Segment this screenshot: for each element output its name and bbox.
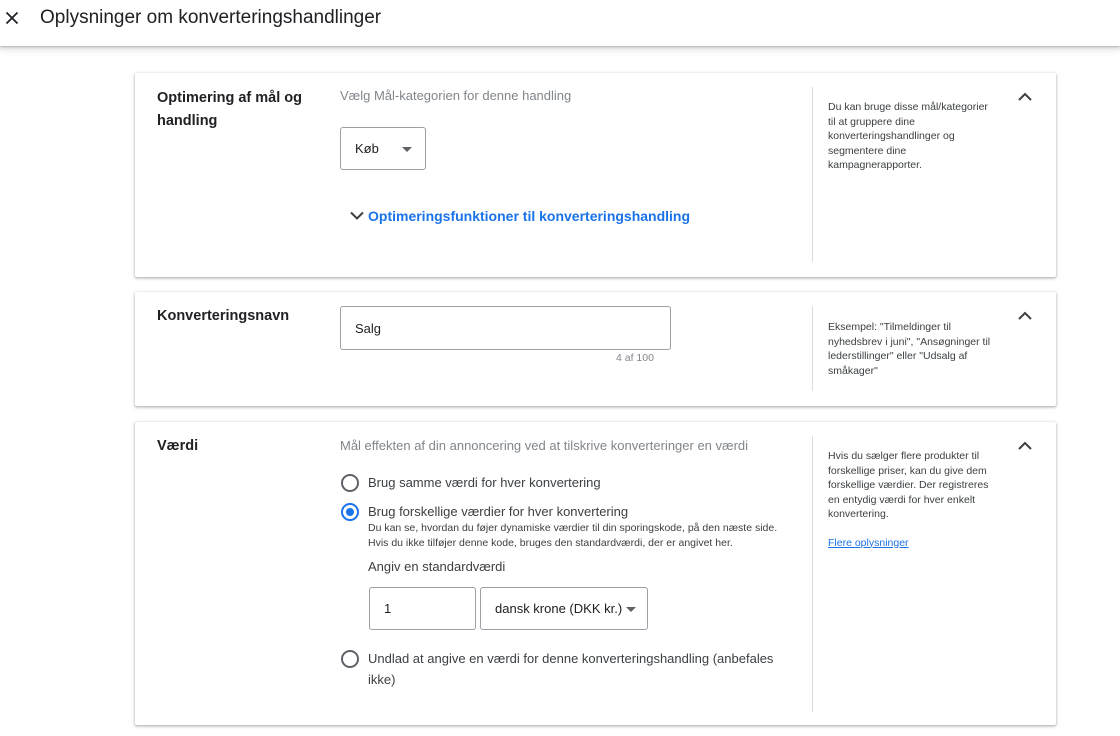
name-char-counter: 4 af 100: [616, 352, 654, 364]
value-card-help: Hvis du sælger flere produkter til forsk…: [828, 449, 998, 550]
goal-category-hint: Vælg Mål-kategorien for denne handling: [340, 88, 572, 103]
goal-category-value: Køb: [355, 141, 379, 156]
radio-same-value-label: Brug samme værdi for hver konvertering: [368, 475, 601, 490]
goal-card-divider: [812, 87, 813, 262]
name-card-collapse-button[interactable]: [1013, 304, 1037, 328]
goal-card-help: Du kan bruge disse mål/kategorier til at…: [828, 101, 988, 171]
top-bar: Oplysninger om konverteringshandlinger: [0, 0, 1120, 46]
chevron-up-icon: [1018, 92, 1032, 101]
name-card-divider: [812, 306, 813, 391]
chevron-up-icon: [1018, 311, 1032, 320]
value-card-help-text: Hvis du sælger flere produkter til forsk…: [828, 450, 989, 520]
more-info-link[interactable]: Flere oplysninger: [828, 537, 909, 549]
default-value-input[interactable]: 1: [369, 587, 476, 630]
value-card-label: Værdi: [157, 438, 199, 454]
close-button[interactable]: [0, 4, 24, 32]
radio-different-values-label: Brug forskellige værdier for hver konver…: [368, 504, 629, 519]
currency-select[interactable]: dansk krone (DKK kr.): [480, 587, 648, 630]
dropdown-caret-icon: [402, 147, 412, 152]
chevron-down-icon: [350, 211, 364, 220]
optimization-link[interactable]: Optimeringsfunktioner til konverteringsh…: [349, 205, 690, 227]
radio-different-values-description: Du kan se, hvordan du føjer dynamiske væ…: [368, 522, 778, 549]
value-hint: Mål effekten af din annoncering ved at t…: [340, 438, 749, 453]
chevron-up-icon: [1018, 441, 1032, 450]
optimization-link-label: Optimeringsfunktioner til konverteringsh…: [368, 208, 691, 224]
conversion-name-input[interactable]: Salg: [340, 306, 671, 350]
page-content: Optimering af mål og handling Vælg Mål-k…: [0, 46, 1120, 736]
value-card-collapse-button[interactable]: [1013, 434, 1037, 458]
dropdown-caret-icon: [626, 607, 636, 612]
name-card-help: Eksempel: "Tilmeldinger til nyhedsbrev i…: [828, 321, 991, 377]
goal-card: Optimering af mål og handling Vælg Mål-k…: [135, 73, 1056, 277]
default-value-text: 1: [384, 601, 392, 616]
page-title: Oplysninger om konverteringshandlinger: [40, 7, 382, 28]
goal-card-collapse-button[interactable]: [1013, 85, 1037, 109]
goal-category-select[interactable]: Køb: [340, 127, 426, 170]
conversion-name-value: Salg: [355, 320, 382, 336]
radio-no-value[interactable]: [341, 650, 359, 668]
default-value-label: Angiv en standardværdi: [368, 559, 506, 574]
radio-no-value-label: Undlad at angive en værdi for denne konv…: [368, 651, 774, 687]
name-card-label: Konverteringsnavn: [157, 308, 290, 324]
radio-different-values[interactable]: [341, 503, 359, 521]
name-card: Konverteringsnavn Salg 4 af 100 Eksempel…: [135, 292, 1056, 406]
value-card-divider: [812, 436, 813, 712]
close-icon: [5, 11, 19, 25]
goal-card-label: Optimering af mål og handling: [157, 90, 303, 129]
radio-same-value[interactable]: [341, 474, 359, 492]
value-card: Værdi Mål effekten af din annoncering ve…: [135, 422, 1056, 725]
currency-value: dansk krone (DKK kr.): [495, 601, 623, 616]
